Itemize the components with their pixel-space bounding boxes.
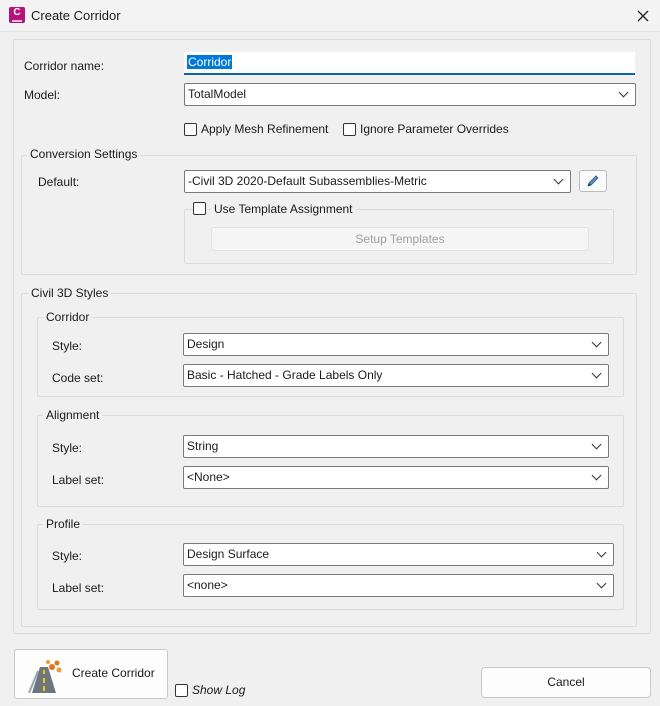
corridor-codeset-label: Code set: (52, 371, 104, 385)
alignment-style-label: Style: (52, 441, 83, 455)
use-template-assignment-checkbox[interactable] (193, 202, 206, 215)
chevron-down-icon (591, 338, 603, 350)
alignment-styles-title: Alignment (43, 408, 103, 422)
show-log-label: Show Log (192, 683, 246, 697)
apply-mesh-refinement-checkbox[interactable] (184, 123, 197, 136)
model-select[interactable]: TotalModel (184, 83, 636, 106)
create-corridor-button[interactable]: Create Corridor (14, 649, 168, 699)
chevron-down-icon (596, 548, 608, 560)
profile-labelset-select[interactable]: <none> (183, 574, 614, 597)
chevron-down-icon (591, 471, 603, 483)
corridor-name-label: Corridor name: (24, 59, 105, 73)
alignment-styles-group (37, 415, 624, 507)
default-template-select[interactable]: -Civil 3D 2020-Default Subassemblies-Met… (184, 170, 571, 193)
alignment-labelset-select[interactable]: <None> (183, 466, 609, 489)
edit-template-button[interactable] (579, 170, 607, 192)
profile-labelset-label: Label set: (52, 581, 105, 595)
profile-style-label: Style: (52, 549, 83, 563)
corridor-styles-title: Corridor (43, 310, 93, 324)
conversion-settings-title: Conversion Settings (27, 147, 141, 161)
corridor-style-label: Style: (52, 339, 83, 353)
setup-templates-button[interactable]: Setup Templates (211, 227, 589, 251)
profile-styles-title: Profile (43, 517, 84, 531)
apply-mesh-refinement-label: Apply Mesh Refinement (201, 122, 329, 136)
chevron-down-icon (591, 369, 603, 381)
corridor-codeset-select[interactable]: Basic - Hatched - Grade Labels Only (183, 364, 609, 387)
window-title: Create Corridor (31, 8, 121, 23)
profile-styles-group (37, 524, 624, 610)
chevron-down-icon (553, 175, 565, 187)
create-corridor-label: Create Corridor (72, 666, 155, 680)
civil3d-app-icon: C (9, 7, 25, 23)
profile-style-select[interactable]: Design Surface (183, 543, 614, 566)
alignment-labelset-label: Label set: (52, 473, 105, 487)
pencil-icon (587, 175, 599, 187)
corridor-style-select[interactable]: Design (183, 333, 609, 356)
chevron-down-icon (618, 88, 630, 100)
chevron-down-icon (591, 440, 603, 452)
use-template-assignment-label: Use Template Assignment (211, 202, 356, 216)
close-icon[interactable] (632, 5, 654, 27)
cancel-button[interactable]: Cancel (481, 667, 651, 698)
corridor-road-icon (28, 660, 62, 693)
default-label: Default: (38, 175, 80, 189)
civil3d-styles-title: Civil 3D Styles (28, 286, 112, 300)
ignore-parameter-overrides-checkbox[interactable] (343, 123, 356, 136)
show-log-checkbox[interactable] (175, 684, 188, 697)
ignore-parameter-overrides-label: Ignore Parameter Overrides (360, 122, 509, 136)
corridor-name-input[interactable]: Corridor (184, 52, 635, 75)
chevron-down-icon (596, 579, 608, 591)
model-label: Model: (24, 88, 61, 102)
alignment-style-select[interactable]: String (183, 435, 609, 458)
